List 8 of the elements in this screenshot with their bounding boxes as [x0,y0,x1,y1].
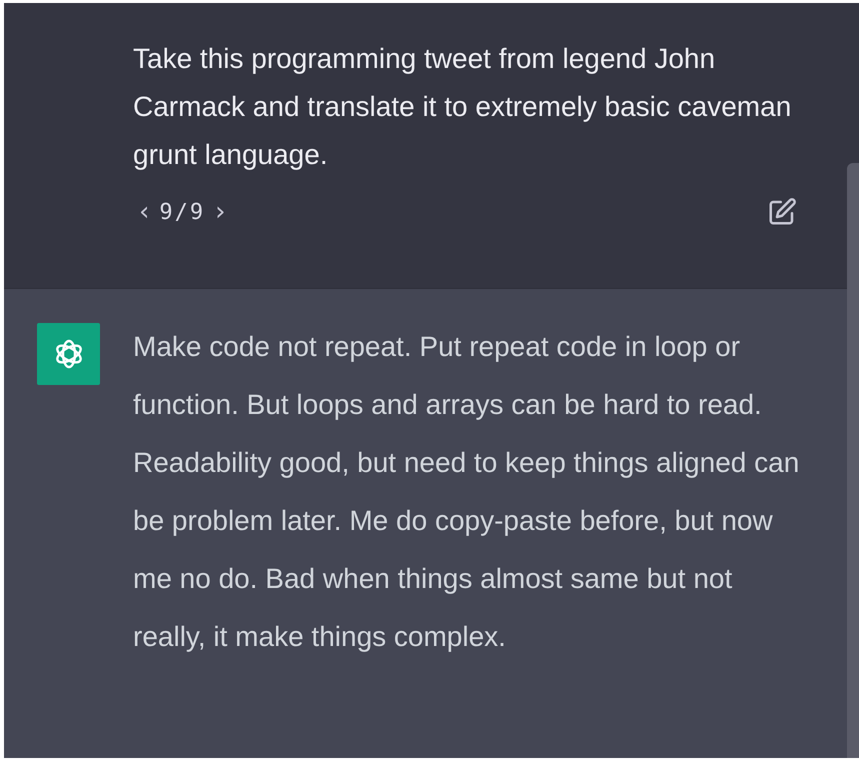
assistant-message-text: Make code not repeat. Put repeat code in loop or function. But loops and arrays can be hard to read. Readability good, but need to keep things aligned can be problem later. Me do copy-paste before, but now me no do. Bad when things almost same but not really, it make things complex. [133,330,800,654]
user-message-text: Take this programming tweet from legend John Carmack and translate it to extremely basic caveman grunt language. [133,42,792,172]
next-button[interactable]: › [213,199,228,225]
edit-icon[interactable] [767,197,797,227]
assistant-avatar-icon [37,323,100,385]
previous-button[interactable]: ‹ [137,199,152,225]
scrollbar[interactable] [847,163,859,758]
page-counter: 9/9 [159,200,206,224]
